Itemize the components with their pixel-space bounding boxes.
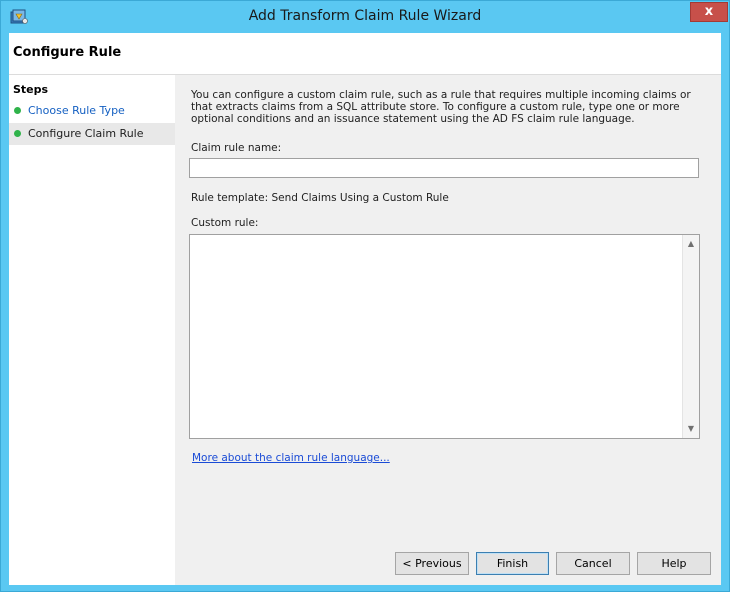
scroll-down-arrow-icon[interactable]: ▼ <box>684 422 698 436</box>
claim-rule-language-help-link[interactable]: More about the claim rule language... <box>192 452 390 464</box>
step-current-dot-icon <box>14 130 21 137</box>
claim-rule-name-label: Claim rule name: <box>191 142 282 154</box>
rule-configuration-panel: You can configure a custom claim rule, s… <box>181 75 721 541</box>
wizard-client-area: Configure Rule Steps Choose Rule Type Co… <box>9 33 721 585</box>
steps-panel: Steps Choose Rule Type Configure Claim R… <box>9 75 175 585</box>
wizard-button-bar: < Previous Finish Cancel Help <box>175 541 721 585</box>
title-bar[interactable]: Add Transform Claim Rule Wizard x <box>1 1 729 33</box>
step-label: Choose Rule Type <box>28 104 125 117</box>
rule-template-text: Rule template: Send Claims Using a Custo… <box>191 192 449 204</box>
wizard-window: Add Transform Claim Rule Wizard x Config… <box>0 0 730 592</box>
page-title: Configure Rule <box>13 45 122 60</box>
cancel-button[interactable]: Cancel <box>556 552 630 575</box>
vertical-scrollbar[interactable]: ▲ ▼ <box>682 235 699 438</box>
help-button[interactable]: Help <box>637 552 711 575</box>
custom-rule-editor: ▲ ▼ <box>189 234 700 439</box>
custom-rule-textarea[interactable] <box>190 235 681 438</box>
window-title: Add Transform Claim Rule Wizard <box>248 8 482 24</box>
previous-button[interactable]: < Previous <box>395 552 469 575</box>
step-configure-claim-rule: Configure Claim Rule <box>9 123 175 145</box>
scroll-up-arrow-icon[interactable]: ▲ <box>684 237 698 251</box>
close-button[interactable]: x <box>690 2 728 22</box>
custom-rule-label: Custom rule: <box>191 217 259 229</box>
steps-heading: Steps <box>13 83 49 96</box>
wizard-header: Configure Rule <box>9 33 721 75</box>
finish-button[interactable]: Finish <box>476 552 549 575</box>
claim-rule-name-input[interactable] <box>189 158 699 178</box>
close-icon: x <box>704 4 714 19</box>
step-label: Configure Claim Rule <box>28 127 144 140</box>
instructions-text: You can configure a custom claim rule, s… <box>191 89 691 125</box>
step-choose-rule-type[interactable]: Choose Rule Type <box>9 100 175 122</box>
step-complete-dot-icon <box>14 107 21 114</box>
